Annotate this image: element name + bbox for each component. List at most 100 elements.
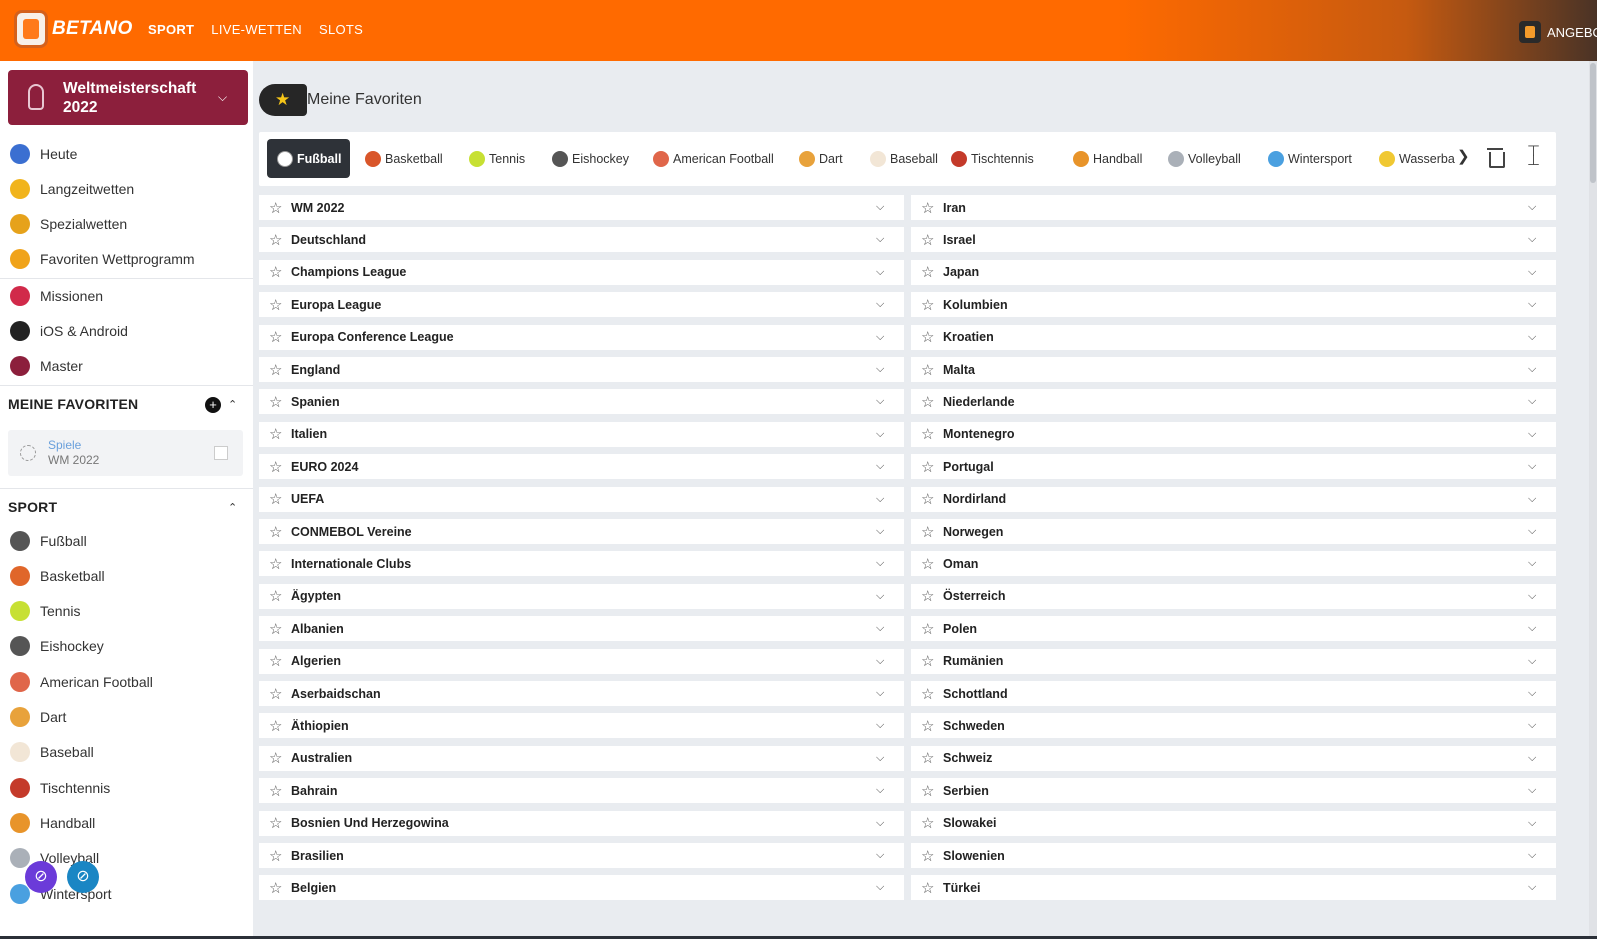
league-row[interactable]: ☆ Belgien ⌵ [259,875,904,901]
chevron-down-icon[interactable]: ⌵ [876,395,890,408]
league-row[interactable]: ☆ Montenegro ⌵ [911,421,1556,447]
star-outline-icon[interactable]: ☆ [921,328,937,346]
league-row[interactable]: ☆ Kroatien ⌵ [911,324,1556,350]
league-row[interactable]: ☆ Slowenien ⌵ [911,843,1556,868]
sport-item[interactable]: Tischtennis [0,770,253,805]
star-outline-icon[interactable]: ☆ [921,490,937,508]
offers-link[interactable]: ANGEBO [1519,21,1597,43]
chevron-up-icon[interactable]: ⌃ [228,398,237,411]
trash-icon[interactable] [1487,146,1505,168]
chevron-down-icon[interactable]: ⌵ [876,719,890,732]
chevron-down-icon[interactable]: ⌵ [1528,363,1542,376]
league-row[interactable]: ☆ Schweden ⌵ [911,713,1556,739]
league-row[interactable]: ☆ Nordirland ⌵ [911,486,1556,512]
chevron-down-icon[interactable]: ⌵ [1528,849,1542,862]
star-outline-icon[interactable]: ☆ [269,263,285,281]
league-row[interactable]: ☆ Iran ⌵ [911,195,1556,220]
league-row[interactable]: ☆ Internationale Clubs ⌵ [259,551,904,577]
league-row[interactable]: ☆ Albanien ⌵ [259,616,904,642]
chevron-down-icon[interactable]: ⌵ [876,298,890,311]
star-outline-icon[interactable]: ☆ [921,555,937,573]
league-row[interactable]: ☆ Österreich ⌵ [911,583,1556,609]
chevron-down-icon[interactable]: ⌵ [1528,655,1542,668]
collapse-all-icon[interactable]: ⊤ ⊥ [1527,144,1540,168]
league-row[interactable]: ☆ Spanien ⌵ [259,389,904,415]
star-outline-icon[interactable]: ☆ [269,231,285,249]
chevron-up-icon[interactable]: ⌃ [228,501,237,514]
chevron-down-icon[interactable]: ⌵ [1528,525,1542,538]
sidebar-item[interactable]: Missionen [0,278,253,313]
sidebar-item[interactable]: Master [0,348,253,383]
chevron-down-icon[interactable]: ⌵ [1528,395,1542,408]
league-row[interactable]: ☆ Australien ⌵ [259,745,904,771]
league-row[interactable]: ☆ Serbien ⌵ [911,778,1556,804]
scrollbar[interactable] [1589,61,1597,939]
chevron-down-icon[interactable]: ⌵ [1528,687,1542,700]
chevron-down-icon[interactable]: ⌵ [876,590,890,603]
league-row[interactable]: ☆ CONMEBOL Vereine ⌵ [259,519,904,544]
tab-sport[interactable]: Fußball [267,139,351,178]
league-row[interactable]: ☆ Polen ⌵ [911,616,1556,642]
league-row[interactable]: ☆ England ⌵ [259,357,904,382]
accessibility-eye-icon[interactable]: ⊘ [25,861,57,893]
star-outline-icon[interactable]: ☆ [921,425,937,443]
chevron-down-icon[interactable]: ⌵ [1528,460,1542,473]
chevron-down-icon[interactable]: ⌵ [876,687,890,700]
tab-sport[interactable]: Dart [799,139,843,178]
chevron-down-icon[interactable]: ⌵ [1528,266,1542,279]
star-outline-icon[interactable]: ☆ [269,199,285,217]
star-outline-icon[interactable]: ☆ [921,199,937,217]
chevron-down-icon[interactable]: ⌵ [1528,784,1542,797]
favorite-card[interactable]: Spiele WM 2022 [8,430,243,476]
chevron-down-icon[interactable]: ⌵ [876,752,890,765]
accessibility-eye-icon[interactable]: ⊘ [67,861,99,893]
nav-sport[interactable]: SPORT [148,22,194,37]
star-outline-icon[interactable]: ☆ [269,393,285,411]
sport-item[interactable]: Tennis [0,594,253,629]
nav-slots[interactable]: SLOTS [319,22,363,37]
star-outline-icon[interactable]: ☆ [921,685,937,703]
chevron-down-icon[interactable]: ⌵ [1528,590,1542,603]
tab-sport[interactable]: Eishockey [552,139,629,178]
sidebar-item[interactable]: Favoriten Wettprogramm [0,241,253,276]
featured-competition-button[interactable]: Weltmeisterschaft 2022 ⌵ [8,70,248,125]
league-row[interactable]: ☆ Oman ⌵ [911,551,1556,577]
star-outline-icon[interactable]: ☆ [921,458,937,476]
tab-sport[interactable]: Handball [1073,139,1142,178]
chevron-down-icon[interactable]: ⌵ [1528,331,1542,344]
sport-item[interactable]: Baseball [0,735,253,770]
star-outline-icon[interactable]: ☆ [269,328,285,346]
league-row[interactable]: ☆ EURO 2024 ⌵ [259,454,904,480]
tab-sport[interactable]: American Football [653,139,774,178]
star-outline-icon[interactable]: ☆ [269,587,285,605]
chevron-down-icon[interactable]: ⌵ [1528,233,1542,246]
chevron-down-icon[interactable]: ⌵ [876,428,890,441]
star-outline-icon[interactable]: ☆ [269,847,285,865]
chevron-down-icon[interactable]: ⌵ [1528,752,1542,765]
league-row[interactable]: ☆ Schweiz ⌵ [911,745,1556,771]
chevron-down-icon[interactable]: ⌵ [876,201,890,214]
star-outline-icon[interactable]: ☆ [269,523,285,541]
league-row[interactable]: ☆ Algerien ⌵ [259,648,904,674]
league-row[interactable]: ☆ Äthiopien ⌵ [259,713,904,739]
scrollbar-thumb[interactable] [1590,63,1596,183]
chevron-down-icon[interactable]: ⌵ [876,622,890,635]
star-outline-icon[interactable]: ☆ [921,587,937,605]
sidebar-item[interactable]: Heute [0,136,253,171]
sport-item[interactable]: Fußball [0,523,253,558]
chevron-down-icon[interactable]: ⌵ [876,784,890,797]
chevron-down-icon[interactable]: ⌵ [1528,298,1542,311]
chevron-down-icon[interactable]: ⌵ [876,849,890,862]
star-outline-icon[interactable]: ☆ [269,490,285,508]
chevron-down-icon[interactable]: ⌵ [1528,493,1542,506]
chevron-down-icon[interactable]: ⌵ [1528,557,1542,570]
star-outline-icon[interactable]: ☆ [921,393,937,411]
chevron-down-icon[interactable]: ⌵ [1528,719,1542,732]
chevron-down-icon[interactable]: ⌵ [876,460,890,473]
tab-sport[interactable]: Tennis [469,139,525,178]
star-outline-icon[interactable]: ☆ [269,782,285,800]
chevron-right-icon[interactable]: ❯ [1457,147,1470,165]
star-outline-icon[interactable]: ☆ [921,652,937,670]
sidebar-item[interactable]: Spezialwetten [0,206,253,241]
betano-logo[interactable]: BETANO [14,10,133,48]
